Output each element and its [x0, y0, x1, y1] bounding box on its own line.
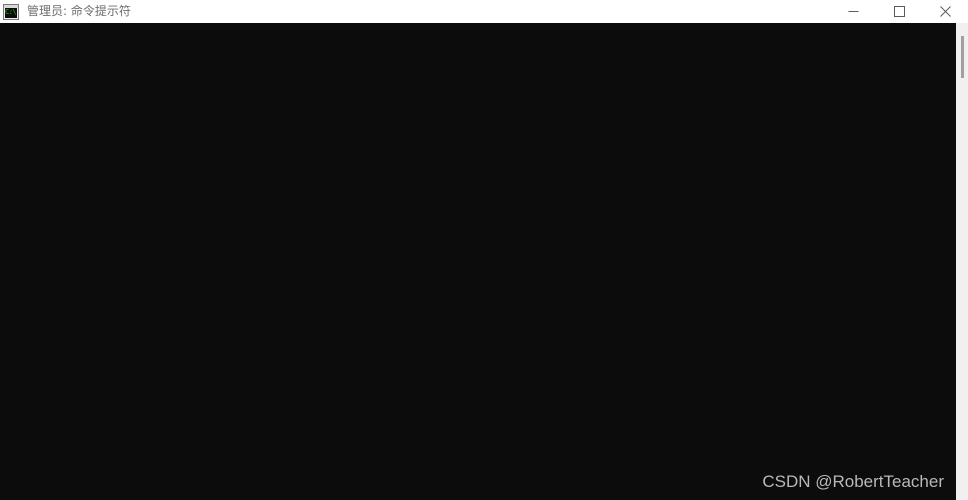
vertical-scrollbar-track[interactable] — [956, 23, 968, 500]
close-button[interactable] — [922, 0, 968, 23]
cmd-icon-prompt-text: C:\ — [5, 7, 17, 16]
vertical-scrollbar-thumb[interactable] — [961, 36, 964, 78]
command-prompt-window: C:\ 管理员: 命令提示符 CSDN @RobertTeacher — [0, 0, 968, 500]
window-controls — [830, 0, 968, 23]
window-title: 管理员: 命令提示符 — [27, 4, 131, 18]
titlebar[interactable]: C:\ 管理员: 命令提示符 — [0, 0, 968, 23]
minimize-button[interactable] — [830, 0, 876, 23]
maximize-button[interactable] — [876, 0, 922, 23]
watermark: CSDN @RobertTeacher — [762, 472, 944, 491]
terminal-console[interactable] — [0, 23, 956, 500]
titlebar-left-group: C:\ 管理员: 命令提示符 — [0, 0, 131, 23]
cmd-icon: C:\ — [3, 3, 19, 20]
